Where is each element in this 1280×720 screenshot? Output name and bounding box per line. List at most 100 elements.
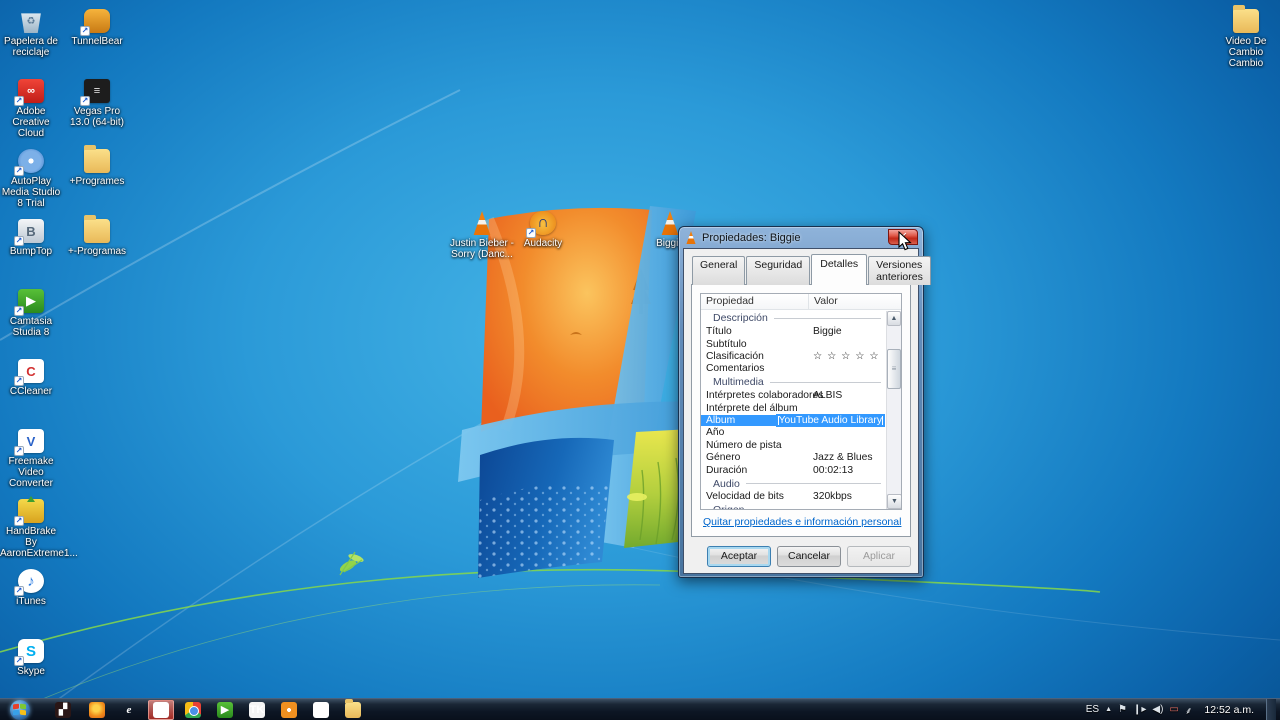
folder-icon bbox=[1233, 9, 1259, 33]
desktop-icon-freemake[interactable]: V↗ Freemake Video Converter bbox=[0, 428, 62, 489]
opera-icon: O bbox=[153, 702, 169, 718]
desktop-icon-video-de-cambio-folder[interactable]: Video De Cambio Cambio bbox=[1212, 8, 1280, 69]
desktop-icon-tunnelbear[interactable]: ↗ TunnelBear bbox=[66, 8, 128, 47]
tab-general[interactable]: General bbox=[692, 256, 745, 285]
hidden-icons-arrow[interactable]: ▲ bbox=[1105, 706, 1112, 713]
taskbar-item-explorer[interactable] bbox=[340, 700, 366, 720]
taskbar-item-firefox[interactable] bbox=[84, 700, 110, 720]
volume-icon[interactable]: ◀) bbox=[1152, 704, 1163, 715]
wallpaper-art bbox=[0, 0, 1280, 720]
monitor-icon[interactable]: ▭ bbox=[1169, 704, 1178, 715]
shortcut-arrow-icon: ↗ bbox=[14, 166, 24, 176]
dialog-titlebar[interactable]: Propiedades: Biggie bbox=[683, 227, 919, 248]
list-rows: Descripción TítuloBiggie Subtítulo Clasi… bbox=[701, 311, 885, 509]
cancelar-button[interactable]: Cancelar bbox=[777, 546, 841, 567]
action-center-flag-icon[interactable]: ⚑ bbox=[1118, 704, 1127, 715]
scroll-up-button[interactable]: ▲ bbox=[887, 311, 901, 326]
dark-app-icon: ▞ bbox=[55, 702, 71, 718]
shortcut-arrow-icon: ↗ bbox=[14, 446, 24, 456]
show-desktop-button[interactable] bbox=[1266, 699, 1276, 720]
language-indicator[interactable]: ES bbox=[1086, 704, 1099, 715]
tab-seguridad[interactable]: Seguridad bbox=[746, 256, 810, 285]
property-row[interactable]: Duración00:02:13 bbox=[701, 464, 885, 476]
property-row[interactable]: Clasificación☆ ☆ ☆ ☆ ☆ bbox=[701, 350, 885, 362]
rating-stars: ☆ ☆ ☆ ☆ ☆ bbox=[809, 350, 885, 362]
scrollbar-thumb[interactable] bbox=[887, 349, 901, 389]
property-row[interactable]: Subtítulo bbox=[701, 338, 885, 350]
section-row: Descripción bbox=[701, 311, 885, 326]
properties-list: Propiedad Valor Descripción TítuloBiggie… bbox=[700, 293, 902, 510]
desktop-icon-camtasia[interactable]: ▶↗ Camtasia Studia 8 bbox=[0, 288, 62, 338]
shortcut-arrow-icon: ↗ bbox=[526, 228, 536, 238]
desktop-icon-programas-folder[interactable]: +-Programas bbox=[66, 218, 128, 257]
column-header-valor[interactable]: Valor bbox=[809, 294, 843, 309]
chrome-icon bbox=[185, 702, 201, 718]
taskbar-item-internet-explorer[interactable]: e bbox=[116, 700, 142, 720]
property-row[interactable]: Intérpretes colaboradoresALBIS bbox=[701, 390, 885, 402]
properties-dialog: Propiedades: Biggie ✕ General Seguridad … bbox=[678, 226, 924, 578]
taskbar-item-dark-app[interactable]: ▞ bbox=[50, 700, 76, 720]
dialog-title: Propiedades: Biggie bbox=[702, 232, 800, 244]
property-row[interactable]: Comentarios bbox=[701, 363, 885, 375]
taskbar-item-opera-active[interactable]: O bbox=[148, 700, 174, 720]
desktop-icon-ccleaner[interactable]: C↗ CCleaner bbox=[0, 358, 62, 397]
folder-icon bbox=[84, 219, 110, 243]
property-row[interactable]: Número de pista bbox=[701, 439, 885, 451]
power-icon[interactable]: ❙▸ bbox=[1133, 704, 1146, 715]
desktop-icon-recycle-bin[interactable]: ♻ Papelera de reciclaje bbox=[0, 8, 62, 58]
tab-versiones-anteriores[interactable]: Versiones anteriores bbox=[868, 256, 931, 285]
vertical-scrollbar[interactable]: ▲ ▼ bbox=[886, 311, 901, 509]
property-row[interactable]: Intérprete del álbum bbox=[701, 402, 885, 414]
network-icon[interactable]: ⸙ bbox=[1185, 703, 1193, 717]
shortcut-arrow-icon: ↗ bbox=[80, 26, 90, 36]
aplicar-button[interactable]: Aplicar bbox=[847, 546, 911, 567]
desktop-icon-skype[interactable]: S↗ Skype bbox=[0, 638, 62, 677]
desktop-icon-itunes[interactable]: ♪↗ iTunes bbox=[0, 568, 62, 607]
desktop-icon-handbrake[interactable]: ↗ HandBrake By AaronExtreme1... bbox=[0, 498, 62, 559]
vlc-cone-icon bbox=[471, 211, 493, 235]
desktop-icon-autoplay-media-studio[interactable]: ↗ AutoPlay Media Studio 8 Trial bbox=[0, 148, 62, 209]
desktop-icon-bumptop[interactable]: B↗ BumpTop bbox=[0, 218, 62, 257]
shortcut-arrow-icon: ↗ bbox=[14, 306, 24, 316]
section-row: Audio bbox=[701, 476, 885, 491]
property-row[interactable]: GéneroJazz & Blues bbox=[701, 452, 885, 464]
taskbar-item-autoplay[interactable] bbox=[276, 700, 302, 720]
desktop-icon-vegas-pro[interactable]: ≡↗ Vegas Pro 13.0 (64-bit) bbox=[66, 78, 128, 128]
desktop-icon-justin-bieber-file[interactable]: Justin Bieber - Sorry (Danc... bbox=[450, 210, 514, 260]
system-tray: ES ▲ ⚑ ❙▸ ◀) ▭ ⸙ 12:52 a.m. bbox=[1086, 699, 1280, 720]
desktop: ♻ Papelera de reciclaje ∞↗ Adobe Creativ… bbox=[0, 0, 1280, 720]
property-row[interactable]: Velocidad de bits320kbps bbox=[701, 491, 885, 503]
dialog-footer: Aceptar Cancelar Aplicar bbox=[691, 537, 911, 567]
dialog-client-area: General Seguridad Detalles Versiones ant… bbox=[683, 248, 919, 574]
shortcut-arrow-icon: ↗ bbox=[80, 96, 90, 106]
column-header-propiedad[interactable]: Propiedad bbox=[701, 294, 809, 309]
property-row[interactable]: TítuloBiggie bbox=[701, 326, 885, 338]
album-edit-field[interactable]: YouTube Audio Library bbox=[776, 414, 885, 427]
property-row[interactable]: Año bbox=[701, 427, 885, 439]
desktop-icon-programes-folder[interactable]: +Programes bbox=[66, 148, 128, 187]
c-app-icon: C bbox=[313, 702, 329, 718]
desktop-icon-adobe-creative-cloud[interactable]: ∞↗ Adobe Creative Cloud bbox=[0, 78, 62, 139]
folder-icon bbox=[84, 149, 110, 173]
recycle-bin-icon: ♻ bbox=[18, 9, 44, 33]
property-row-selected[interactable]: Álbum YouTube Audio Library bbox=[701, 414, 885, 426]
shortcut-arrow-icon: ↗ bbox=[14, 656, 24, 666]
taskbar-item-chrome[interactable] bbox=[180, 700, 206, 720]
desktop-icon-audacity[interactable]: ∩↗ Audacity bbox=[513, 210, 573, 249]
taskbar-item-tk-app[interactable]: TK bbox=[244, 700, 270, 720]
tab-page-detalles: Propiedad Valor Descripción TítuloBiggie… bbox=[691, 284, 911, 537]
remove-properties-link[interactable]: Quitar propiedades e información persona… bbox=[703, 516, 900, 528]
section-row: Origen bbox=[701, 503, 885, 510]
taskbar-clock[interactable]: 12:52 a.m. bbox=[1198, 704, 1260, 716]
tab-detalles[interactable]: Detalles bbox=[811, 254, 867, 285]
start-button[interactable] bbox=[10, 700, 30, 720]
shortcut-arrow-icon: ↗ bbox=[14, 236, 24, 246]
aceptar-button[interactable]: Aceptar bbox=[707, 546, 771, 567]
shortcut-arrow-icon: ↗ bbox=[14, 96, 24, 106]
taskbar-item-camtasia[interactable]: ▶ bbox=[212, 700, 238, 720]
scroll-down-button[interactable]: ▼ bbox=[887, 494, 902, 509]
list-header: Propiedad Valor bbox=[701, 294, 901, 310]
section-row: Multimedia bbox=[701, 375, 885, 390]
shortcut-arrow-icon: ↗ bbox=[14, 516, 24, 526]
taskbar-item-c-app[interactable]: C bbox=[308, 700, 334, 720]
